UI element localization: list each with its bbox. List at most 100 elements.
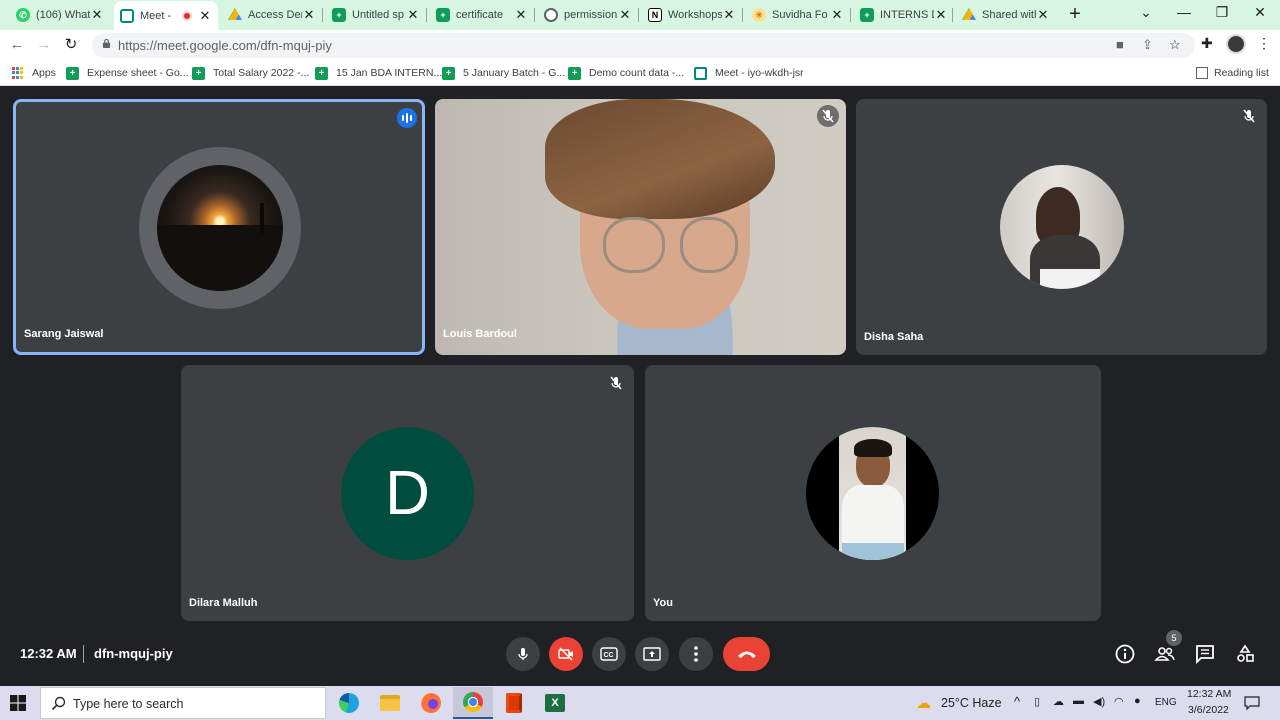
muted-mic-icon — [1238, 105, 1260, 127]
notifications-icon[interactable] — [1244, 696, 1260, 710]
captions-button[interactable]: CC — [592, 637, 626, 671]
participant-name: You — [653, 597, 673, 609]
browser-toolbar: ← → ↻ https://meet.google.com/dfn-mquj-p… — [0, 30, 1280, 60]
participant-tile-disha[interactable]: Disha Saha — [856, 99, 1267, 355]
back-button[interactable]: ← — [6, 35, 28, 55]
avatar-hair — [854, 439, 892, 457]
more-options-button[interactable] — [679, 637, 713, 671]
taskbar-firefox[interactable] — [411, 687, 451, 719]
taskbar-excel[interactable]: X — [535, 687, 575, 719]
close-tab-icon[interactable]: ✕ — [618, 7, 632, 23]
language-indicator[interactable]: ENG — [1155, 697, 1177, 708]
globe-icon — [544, 8, 558, 22]
participant-name: Dilara Malluh — [189, 597, 258, 609]
tab-workshops[interactable]: N Workshops ✕ — [642, 4, 742, 26]
tab-permission[interactable]: permission ✕ — [538, 4, 638, 26]
battery-icon[interactable]: ▬ — [1073, 695, 1084, 707]
close-tab-icon[interactable]: ✕ — [514, 7, 528, 23]
close-tab-icon[interactable]: ✕ — [722, 7, 736, 23]
bookmark-label: 5 January Batch - G... — [463, 67, 566, 79]
weather-icon[interactable]: ☁ — [916, 694, 931, 712]
edge-icon — [339, 693, 359, 713]
taskbar-chrome[interactable] — [453, 687, 493, 719]
clock-date[interactable]: 3/6/2022 — [1188, 704, 1229, 716]
reading-list-button[interactable]: Reading list — [1196, 65, 1269, 81]
microphone-button[interactable] — [506, 637, 540, 671]
bookmark-label: Apps — [32, 67, 56, 79]
tray-device-icon[interactable]: ▯ — [1034, 695, 1040, 708]
bookmark-apps[interactable]: Apps — [12, 65, 56, 81]
bookmark-meet[interactable]: Meet - iyo-wkdh-jsr — [694, 65, 804, 81]
close-tab-icon[interactable]: ✕ — [90, 7, 104, 23]
address-bar[interactable]: https://meet.google.com/dfn-mquj-piy ■ ⇪… — [92, 33, 1195, 58]
tab-interns[interactable]: + INTERNS D ✕ — [854, 4, 954, 26]
close-tab-icon[interactable]: ✕ — [198, 8, 212, 24]
clock-time[interactable]: 12:32 AM — [1187, 688, 1231, 700]
more-menu-icon[interactable]: ⋮ — [1257, 35, 1271, 52]
tab-suvidha[interactable]: ☀ Suvidha Fo ✕ — [746, 4, 850, 26]
camera-in-use-icon[interactable]: ■ — [1116, 37, 1124, 52]
tab-divider — [426, 8, 427, 22]
bookmark-star-icon[interactable]: ☆ — [1169, 37, 1181, 53]
reload-button[interactable]: ↻ — [60, 35, 82, 55]
participant-tile-sarang[interactable]: Sarang Jaiswal — [13, 99, 425, 355]
camera-off-button[interactable] — [549, 637, 583, 671]
leave-call-button[interactable] — [723, 637, 770, 671]
weather-text[interactable]: 25°C Haze — [941, 696, 1002, 710]
participant-tile-louis[interactable]: Louis Bardoul — [435, 99, 846, 355]
tab-access-denied[interactable]: Access Den ✕ — [222, 4, 322, 26]
participant-tile-you[interactable]: You — [645, 365, 1101, 621]
volume-icon[interactable]: ◀) — [1093, 695, 1105, 708]
present-screen-button[interactable] — [635, 637, 669, 671]
participant-tile-dilara[interactable]: D Dilara Malluh — [181, 365, 634, 621]
close-tab-icon[interactable]: ✕ — [302, 7, 316, 23]
bookmark-label: Demo count data -... — [589, 67, 685, 79]
tab-meet[interactable]: Meet - ✕ — [114, 1, 218, 30]
restore-window-button[interactable]: ❐ — [1207, 4, 1237, 21]
google-drive-icon — [228, 8, 242, 20]
windows-start-icon[interactable] — [10, 695, 26, 711]
share-icon[interactable]: ⇪ — [1142, 37, 1153, 53]
closed-captions-icon: CC — [600, 647, 618, 661]
meeting-details-icon[interactable] — [1114, 643, 1136, 665]
new-tab-button[interactable]: + — [1064, 3, 1086, 25]
tab-divider — [638, 8, 639, 22]
excel-icon: X — [545, 694, 565, 712]
tab-divider — [952, 8, 953, 22]
taskbar-search-box[interactable]: Type here to search — [40, 687, 326, 719]
tab-untitled-spreadsheet[interactable]: + Untitled sp ✕ — [326, 4, 426, 26]
tab-certificate[interactable]: + certificate ✕ — [430, 4, 534, 26]
close-tab-icon[interactable]: ✕ — [1036, 7, 1050, 23]
close-tab-icon[interactable]: ✕ — [830, 7, 844, 23]
minimize-window-button[interactable]: — — [1169, 4, 1199, 20]
extensions-puzzle-icon[interactable]: ✚ — [1201, 35, 1213, 52]
more-vert-icon — [694, 646, 698, 662]
bookmark-15-jan[interactable]: + 15 Jan BDA INTERN... — [315, 65, 442, 81]
close-tab-icon[interactable]: ✕ — [406, 7, 420, 23]
taskbar-edge[interactable] — [329, 687, 369, 719]
onedrive-cloud-icon[interactable]: ☁ — [1053, 695, 1064, 708]
profile-avatar[interactable] — [1226, 34, 1246, 54]
wifi-icon[interactable]: ◠ — [1114, 695, 1124, 708]
chat-icon[interactable] — [1194, 643, 1216, 665]
tab-search-chevron-icon[interactable]: ⌄ — [1131, 4, 1161, 21]
reading-list-icon — [1196, 67, 1208, 79]
microphone-icon — [518, 648, 528, 660]
tab-shared-with-me[interactable]: Shared with ✕ — [956, 4, 1056, 26]
microphone-tray-icon[interactable]: ● — [1134, 695, 1141, 707]
forward-button[interactable]: → — [33, 35, 55, 55]
bookmark-5-january[interactable]: + 5 January Batch - G... — [442, 65, 565, 81]
activities-icon[interactable] — [1234, 643, 1256, 665]
bookmark-total-salary[interactable]: + Total Salary 2022 -... — [192, 65, 309, 81]
close-window-button[interactable]: ✕ — [1245, 4, 1275, 21]
people-icon[interactable] — [1154, 643, 1176, 665]
taskbar-file-explorer[interactable] — [370, 687, 410, 719]
show-hidden-icons-chevron-icon[interactable]: ^ — [1014, 694, 1020, 709]
bookmark-demo-count[interactable]: + Demo count data -... — [568, 65, 684, 81]
taskbar-office[interactable] — [494, 687, 534, 719]
tab-whatsapp[interactable]: ✆ (106) What ✕ — [10, 4, 110, 26]
tab-divider — [322, 8, 323, 22]
office-icon — [506, 693, 522, 713]
close-tab-icon[interactable]: ✕ — [934, 7, 948, 23]
bookmark-expense-sheet[interactable]: + Expense sheet - Go... — [66, 65, 189, 81]
